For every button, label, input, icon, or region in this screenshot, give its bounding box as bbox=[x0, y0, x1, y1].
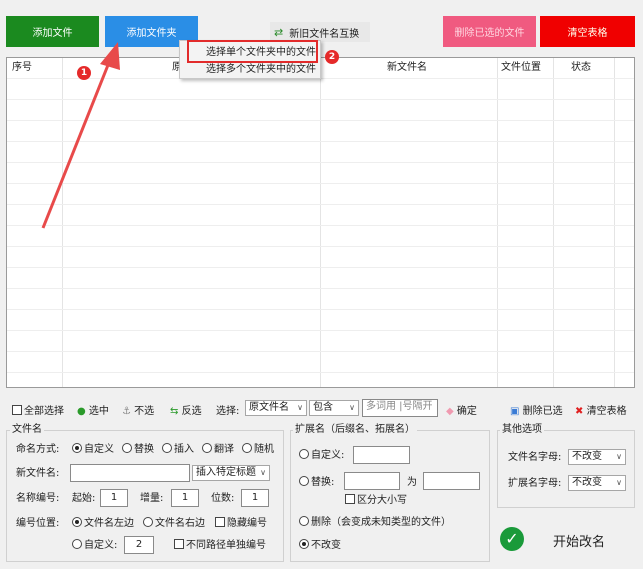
delete-icon: ▣ bbox=[510, 406, 520, 417]
hide-number-checkbox[interactable]: 隐藏编号 bbox=[215, 517, 267, 531]
filename-group-title: 文件名 bbox=[10, 424, 44, 436]
start-input[interactable]: 1 bbox=[100, 489, 128, 507]
mode-custom-radio[interactable]: 自定义 bbox=[72, 443, 114, 457]
insert-title-select[interactable]: 插入特定标题 ∨ bbox=[192, 465, 270, 481]
increment-input[interactable]: 1 bbox=[171, 489, 199, 507]
ext-case-label: 扩展名字母: bbox=[508, 478, 562, 489]
chevron-down-icon: ∨ bbox=[616, 452, 622, 461]
ext-custom-radio[interactable]: 自定义: bbox=[299, 449, 344, 463]
ext-delete-radio[interactable]: 删除（会变成未知类型的文件） bbox=[299, 516, 451, 530]
other-options-title: 其他选项 bbox=[500, 424, 544, 436]
new-name-input[interactable] bbox=[70, 464, 190, 482]
select-button[interactable]: ● 选中 bbox=[77, 402, 109, 417]
digits-input[interactable]: 1 bbox=[241, 489, 269, 507]
select-label: 选择: bbox=[216, 406, 240, 417]
pos-custom-input[interactable]: 2 bbox=[124, 536, 154, 554]
step-badge-1: 1 bbox=[77, 66, 91, 80]
naming-mode-label: 命名方式: bbox=[16, 444, 60, 455]
close-circle-icon: ✖ bbox=[575, 406, 584, 417]
case-sensitive-checkbox[interactable]: 区分大小写 bbox=[345, 494, 407, 508]
field-select[interactable]: 原文件名 ∨ bbox=[245, 400, 307, 416]
ext-replace-to-input[interactable] bbox=[423, 472, 480, 490]
ext-replace-radio[interactable]: 替换: bbox=[299, 476, 334, 490]
chevron-down-icon: ∨ bbox=[349, 403, 355, 412]
check-icon: ✓ bbox=[500, 527, 524, 551]
match-select[interactable]: 包含 ∨ bbox=[309, 400, 359, 416]
deselect-button[interactable]: ⚓ 不选 bbox=[122, 402, 154, 417]
step-badge-2: 2 bbox=[325, 50, 339, 64]
eraser-icon: ◆ bbox=[446, 406, 454, 417]
chevron-down-icon: ∨ bbox=[616, 478, 622, 487]
start-rename-label: 开始改名 bbox=[553, 535, 606, 550]
start-rename-button[interactable]: ✓ 开始改名 bbox=[497, 515, 635, 563]
extension-group-title: 扩展名（后缀名、拓展名） bbox=[293, 424, 417, 436]
start-label: 起始: bbox=[72, 493, 96, 504]
ext-custom-input[interactable] bbox=[353, 446, 410, 464]
confirm-button[interactable]: ◆ 确定 bbox=[446, 402, 477, 417]
pos-custom-radio[interactable]: 自定义: bbox=[72, 539, 117, 553]
increment-label: 增量: bbox=[140, 493, 164, 504]
invert-icon: ⇆ bbox=[170, 406, 179, 417]
clear-table-small-button[interactable]: ✖ 清空表格 bbox=[575, 402, 627, 417]
filename-case-label: 文件名字母: bbox=[508, 452, 562, 463]
digits-label: 位数: bbox=[211, 493, 235, 504]
filename-case-select[interactable]: 不改变 ∨ bbox=[568, 449, 626, 465]
other-options-group bbox=[497, 430, 635, 508]
delete-selected-button[interactable]: ▣ 删除已选 bbox=[510, 402, 563, 417]
ext-to-label: 为 bbox=[407, 477, 417, 488]
check-circle-icon: ● bbox=[77, 406, 86, 417]
ext-case-select[interactable]: 不改变 ∨ bbox=[568, 475, 626, 491]
new-name-label: 新文件名: bbox=[16, 468, 60, 479]
mode-insert-radio[interactable]: 插入 bbox=[162, 443, 194, 457]
position-label: 编号位置: bbox=[16, 518, 60, 529]
pos-right-radio[interactable]: 文件名右边 bbox=[143, 517, 205, 531]
select-all-checkbox[interactable]: 全部选择 bbox=[12, 402, 64, 417]
separate-numbering-checkbox[interactable]: 不同路径单独编号 bbox=[174, 539, 266, 553]
invert-button[interactable]: ⇆ 反选 bbox=[170, 402, 202, 417]
keywords-input[interactable]: 多词用 |号隔开 bbox=[362, 399, 438, 417]
mode-translate-radio[interactable]: 翻译 bbox=[202, 443, 234, 457]
pos-left-radio[interactable]: 文件名左边 bbox=[72, 517, 134, 531]
mode-replace-radio[interactable]: 替换 bbox=[122, 443, 154, 457]
number-label: 名称编号: bbox=[16, 493, 60, 504]
chevron-down-icon: ∨ bbox=[260, 468, 266, 477]
ext-replace-from-input[interactable] bbox=[344, 472, 400, 490]
mode-random-radio[interactable]: 随机 bbox=[242, 443, 274, 457]
ext-no-change-radio[interactable]: 不改变 bbox=[299, 539, 341, 553]
chevron-down-icon: ∨ bbox=[297, 403, 303, 412]
anchor-icon: ⚓ bbox=[122, 406, 131, 417]
